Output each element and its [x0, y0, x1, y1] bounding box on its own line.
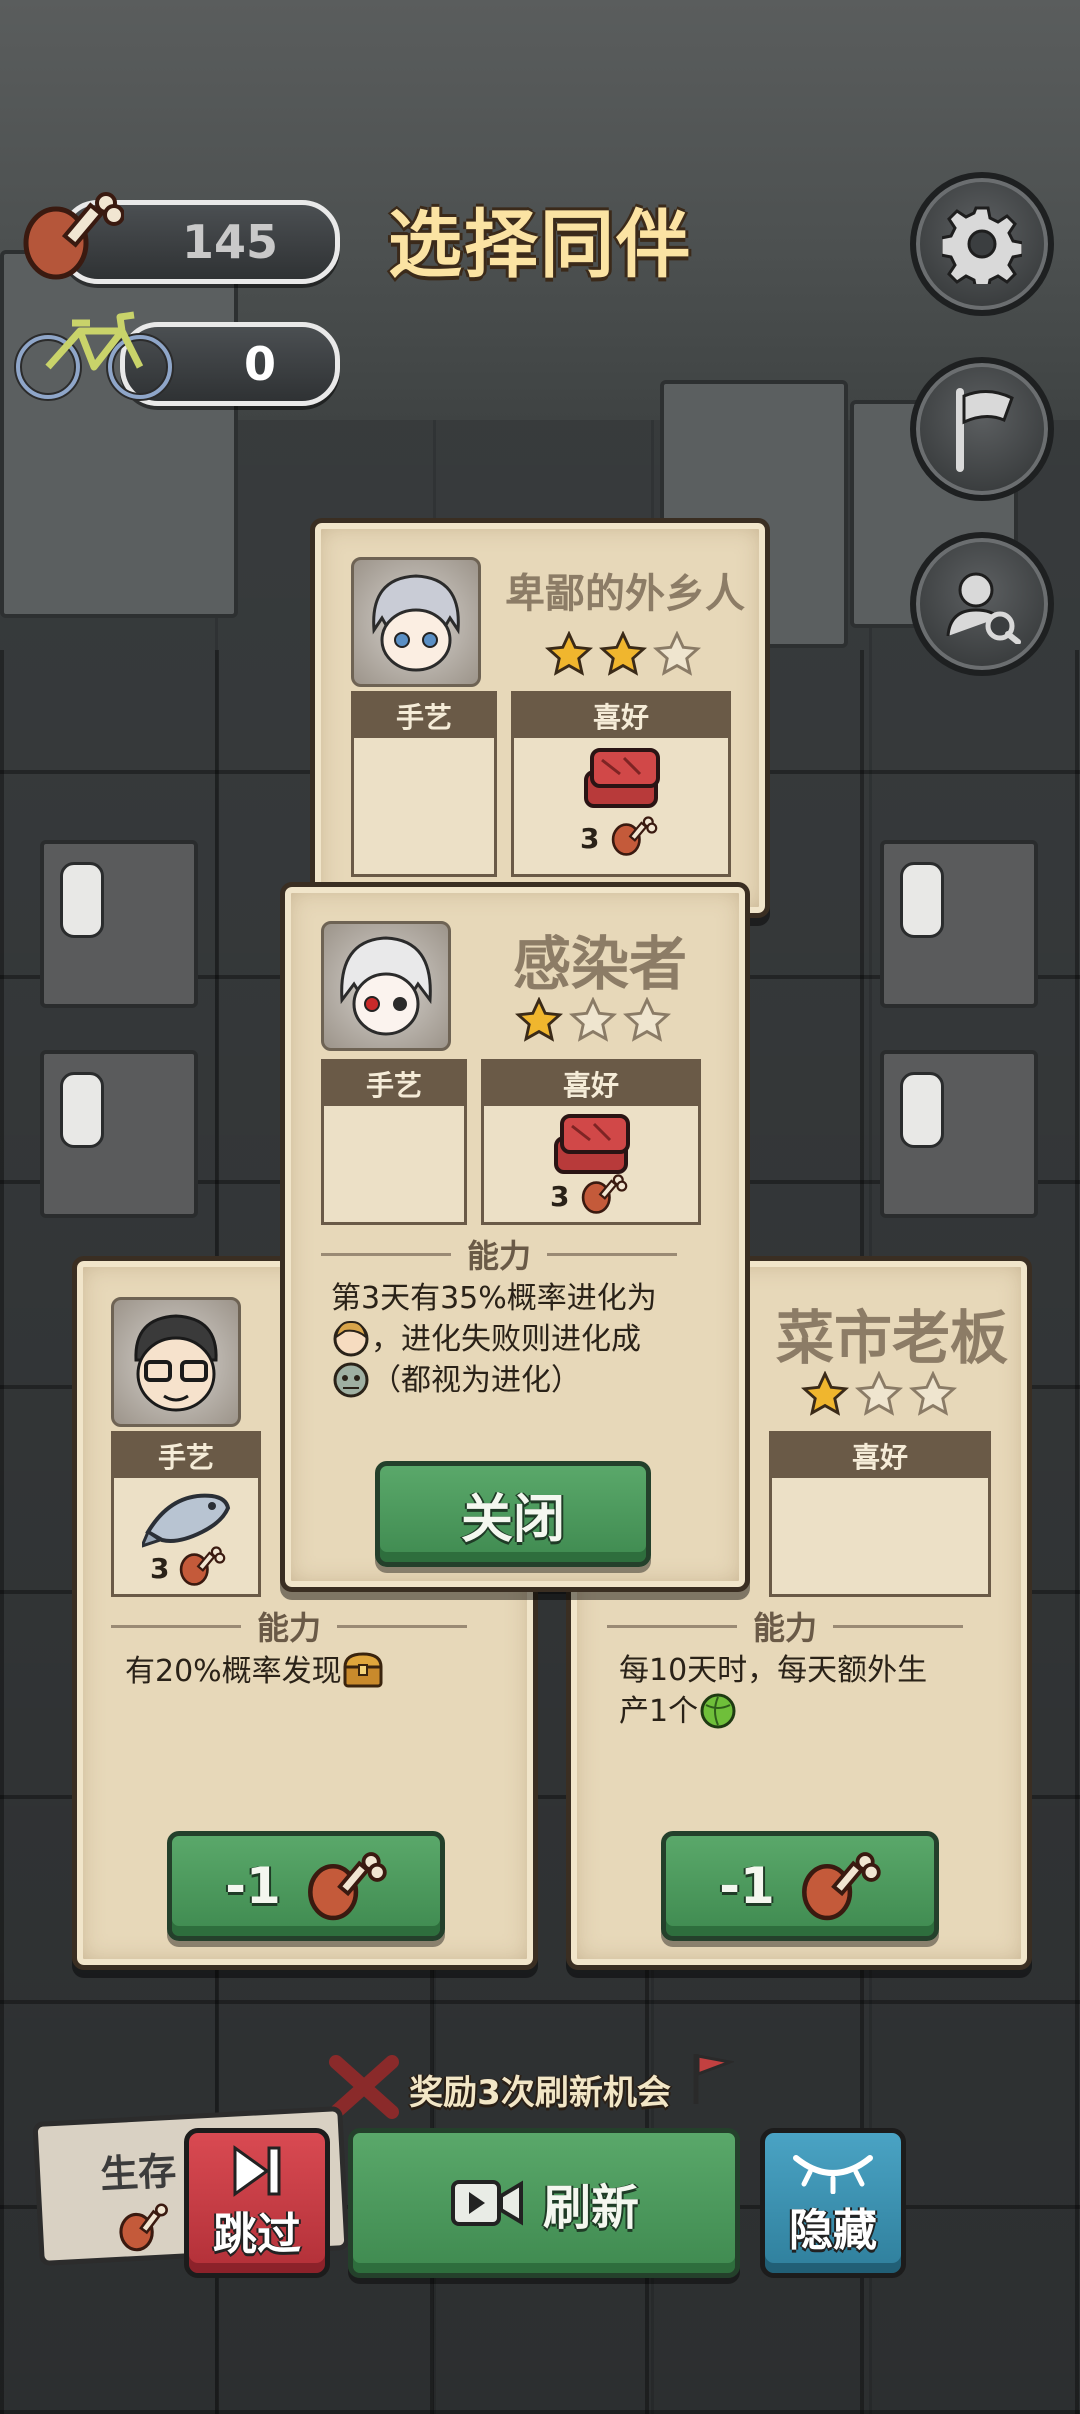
- hobby-label: 喜好: [514, 694, 728, 738]
- survive-label: 生存: [99, 2148, 178, 2197]
- meat-leg-icon: [611, 816, 658, 856]
- character-face-icon: [372, 574, 460, 672]
- page-title: 选择同伴: [388, 202, 692, 288]
- red-flag-icon: [693, 2054, 734, 2104]
- bed: [880, 1050, 1038, 1218]
- refresh-label: 刷新: [542, 2180, 639, 2236]
- gear-icon: [942, 206, 1022, 284]
- star-filled-icon: [801, 1371, 849, 1416]
- settings-button[interactable]: [910, 172, 1054, 316]
- star-filled-icon: [599, 631, 647, 676]
- refresh-button[interactable]: 刷新: [348, 2128, 740, 2278]
- infected-portrait: [321, 921, 451, 1051]
- ability-label: 能力: [753, 1609, 818, 1647]
- ability-header: 能力: [321, 1231, 678, 1277]
- craft-slot: 手艺: [351, 691, 497, 877]
- fish-icon: [142, 1493, 231, 1548]
- hobby-label: 喜好: [484, 1062, 698, 1106]
- bicycle-icon: [14, 311, 174, 401]
- star-empty-icon: [855, 1371, 903, 1416]
- outsider-portrait: [351, 557, 481, 687]
- meat-leg-icon: [119, 2203, 168, 2252]
- ability-description: 每10天时，每天额外生 产1个: [619, 1653, 928, 1729]
- ability-description: 第3天有35%概率进化为 ，进化失败则进化成 （都视为进化）: [331, 1281, 657, 1398]
- star-filled-icon: [515, 997, 563, 1042]
- hobby-cost: 3: [550, 1180, 570, 1213]
- star-empty-icon: [623, 997, 671, 1042]
- hobby-slot: 喜好: [769, 1431, 991, 1597]
- close-label: 关闭: [460, 1489, 565, 1550]
- rarity-stars: [545, 631, 701, 679]
- meat-leg-icon: [23, 192, 124, 280]
- bike-count: 0: [243, 337, 276, 391]
- close-button[interactable]: 关闭: [375, 1461, 651, 1567]
- bed: [880, 840, 1038, 1008]
- companion-name: 感染者: [512, 930, 687, 998]
- hobby-slot: 喜好 3: [481, 1059, 701, 1225]
- companion-name: 菜市老板: [775, 1304, 1008, 1372]
- hobby-slot: 喜好 3: [511, 691, 731, 877]
- craft-label: 手艺: [114, 1434, 258, 1478]
- raw-meat-icon: [554, 1114, 630, 1174]
- ability-description: 有20%概率发现: [125, 1651, 505, 1692]
- bed: [40, 1050, 198, 1218]
- rarity-stars: [801, 1371, 957, 1419]
- flag-icon: [956, 388, 1014, 472]
- bed: [40, 840, 198, 1008]
- star-empty-icon: [569, 997, 617, 1042]
- recruit-cost-label: -1: [225, 1857, 281, 1915]
- meat-leg-icon: [307, 1852, 387, 1921]
- rarity-stars: [515, 997, 671, 1045]
- hide-label: 隐藏: [789, 2205, 877, 2256]
- meat-leg-icon: [581, 1174, 628, 1214]
- zombie-head-icon: [333, 1362, 369, 1398]
- recruit-button-left[interactable]: -1: [167, 1831, 445, 1941]
- star-filled-icon: [545, 631, 593, 676]
- recruit-button-right[interactable]: -1: [661, 1831, 939, 1941]
- craft-cost: 3: [150, 1552, 170, 1585]
- companion-name: 卑鄙的外乡人: [505, 571, 745, 617]
- ability-header: 能力: [607, 1603, 964, 1649]
- star-empty-icon: [909, 1371, 957, 1416]
- glasses-man-portrait: [111, 1297, 241, 1427]
- cabbage-icon: [700, 1693, 736, 1729]
- companion-card-infected[interactable]: 感染者 手艺 喜好 3 能力 第3天有35%概率进化为 ，进化失败则进化成 （都…: [280, 882, 750, 1592]
- recruit-cost-label: -1: [719, 1857, 775, 1915]
- ability-header: 能力: [111, 1603, 468, 1649]
- skip-label: 跳过: [213, 2209, 301, 2260]
- skip-icon: [233, 2145, 281, 2197]
- hide-button[interactable]: 隐藏: [760, 2128, 906, 2278]
- companion-card-outsider[interactable]: 卑鄙的外乡人 手艺 喜好 3: [310, 518, 770, 918]
- star-empty-icon: [653, 631, 701, 676]
- video-camera-icon: [450, 2180, 523, 2226]
- meat-leg-icon: [801, 1852, 881, 1921]
- craft-slot: 手艺: [321, 1059, 467, 1225]
- raw-meat-icon: [584, 748, 660, 808]
- craft-label: 手艺: [354, 694, 494, 738]
- ability-label: 能力: [467, 1237, 532, 1275]
- character-face-icon: [340, 936, 432, 1036]
- closed-eye-icon: [793, 2155, 873, 2194]
- craft-label: 手艺: [324, 1062, 464, 1106]
- person-search-icon: [946, 572, 1021, 644]
- ability-label: 能力: [257, 1609, 322, 1647]
- survivor-head-icon: [333, 1320, 369, 1357]
- treasure-chest-icon: [343, 1652, 383, 1688]
- hobby-label: 喜好: [772, 1434, 988, 1478]
- craft-slot: 手艺 3: [111, 1431, 261, 1597]
- reward-banner: 奖励3次刷新机会: [409, 2073, 671, 2113]
- surrender-flag-button[interactable]: [910, 357, 1054, 501]
- skip-button[interactable]: 跳过: [184, 2128, 330, 2278]
- meat-leg-icon: [179, 1546, 226, 1586]
- meat-count: 145: [181, 215, 279, 269]
- character-face-icon: [134, 1314, 218, 1412]
- hobby-cost: 3: [580, 822, 600, 855]
- profile-search-button[interactable]: [910, 532, 1054, 676]
